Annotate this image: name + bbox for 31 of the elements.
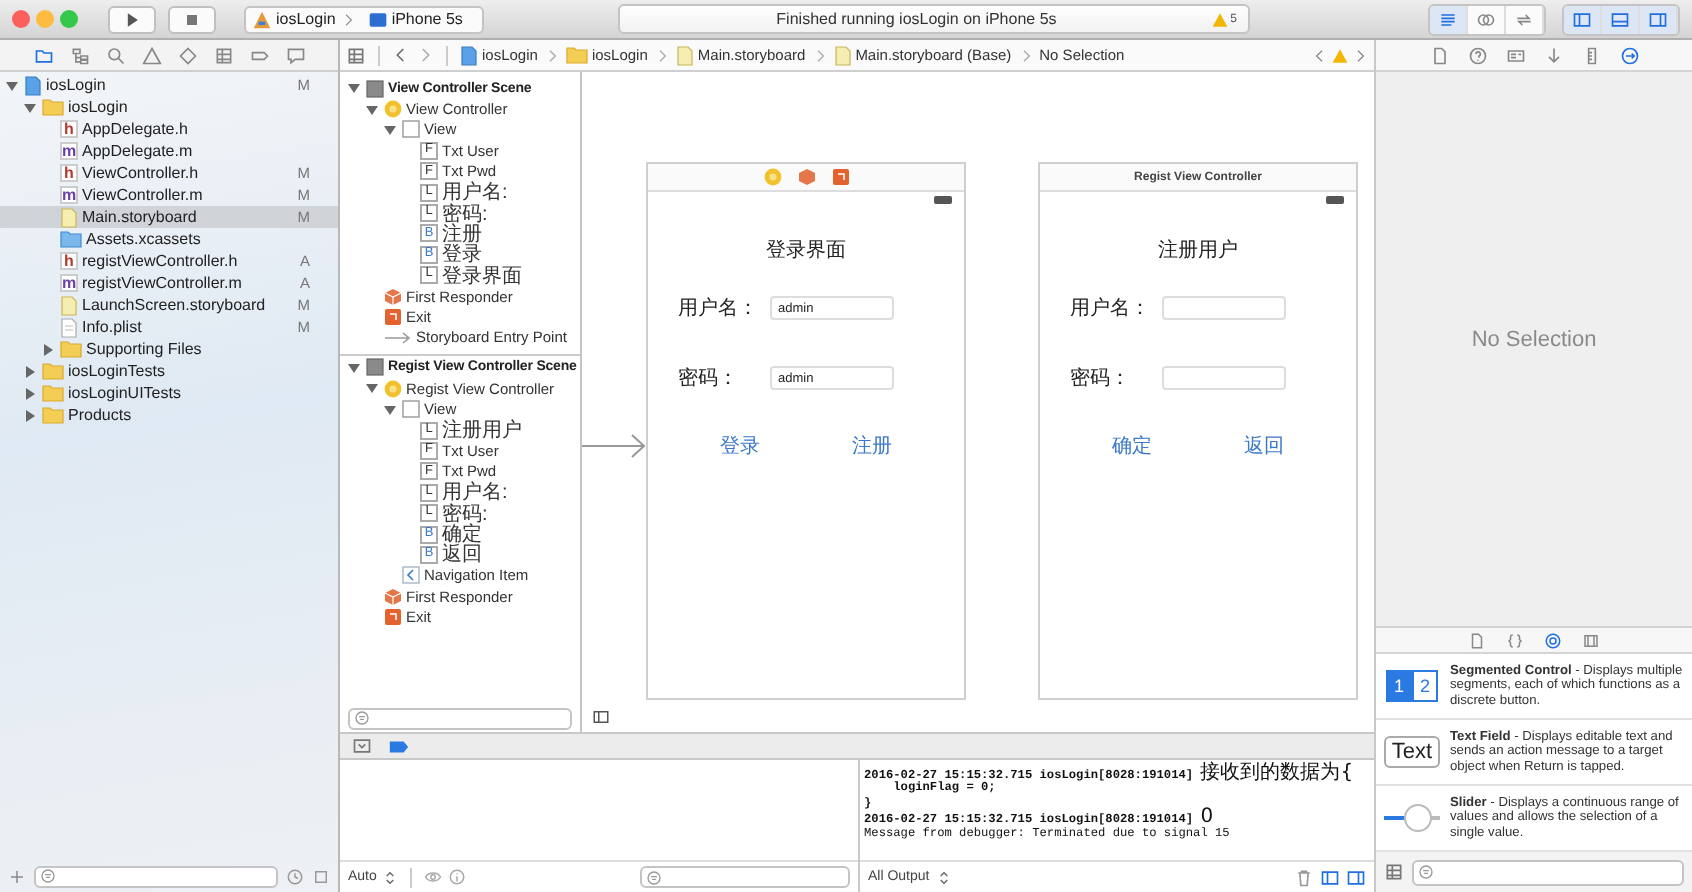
text-button[interactable]: 返回 xyxy=(1244,432,1284,460)
text-button[interactable]: 注册 xyxy=(852,432,892,460)
file-type-icon: m xyxy=(60,142,78,160)
file-item[interactable]: m AppDelegate.m xyxy=(0,140,338,162)
segment: 2 xyxy=(1412,670,1438,702)
file-item[interactable]: iosLoginTests xyxy=(0,360,338,382)
file-item[interactable]: Products xyxy=(0,404,338,426)
view-title: 注册用户 xyxy=(1156,240,1240,264)
text-field-preview: Text xyxy=(1383,736,1441,768)
file-item[interactable]: Supporting Files xyxy=(0,338,338,360)
scheme-button[interactable]: iosLogin xyxy=(244,5,362,33)
file-item[interactable]: iosLogin xyxy=(0,96,338,118)
file-type-icon: m xyxy=(60,274,78,292)
no-selection-text: No Selection xyxy=(1471,327,1597,351)
field-label: 用户名： xyxy=(1070,295,1152,322)
segment: 1 xyxy=(1386,670,1412,702)
file-type-icon: h xyxy=(60,252,78,270)
file-item[interactable]: h AppDelegate.h xyxy=(0,118,338,140)
file-type-icon: h xyxy=(60,120,78,138)
text-button[interactable]: 登录 xyxy=(720,432,760,460)
field-label: 密码： xyxy=(678,365,740,392)
field-label: 密码： xyxy=(1070,365,1132,392)
field-label: 用户名： xyxy=(678,295,760,322)
view-title: 登录界面 xyxy=(764,240,848,264)
file-item[interactable]: Assets.xcassets xyxy=(0,228,338,250)
status-text: Finished running iosLogin on iPhone 5s xyxy=(774,10,1059,28)
text-button[interactable]: 确定 xyxy=(1112,432,1152,460)
device-button[interactable]: iPhone 5s xyxy=(361,5,485,33)
file-item[interactable]: iosLoginUITests xyxy=(0,382,338,404)
file-type-icon: h xyxy=(60,164,78,182)
file-type-icon: m xyxy=(60,186,78,204)
